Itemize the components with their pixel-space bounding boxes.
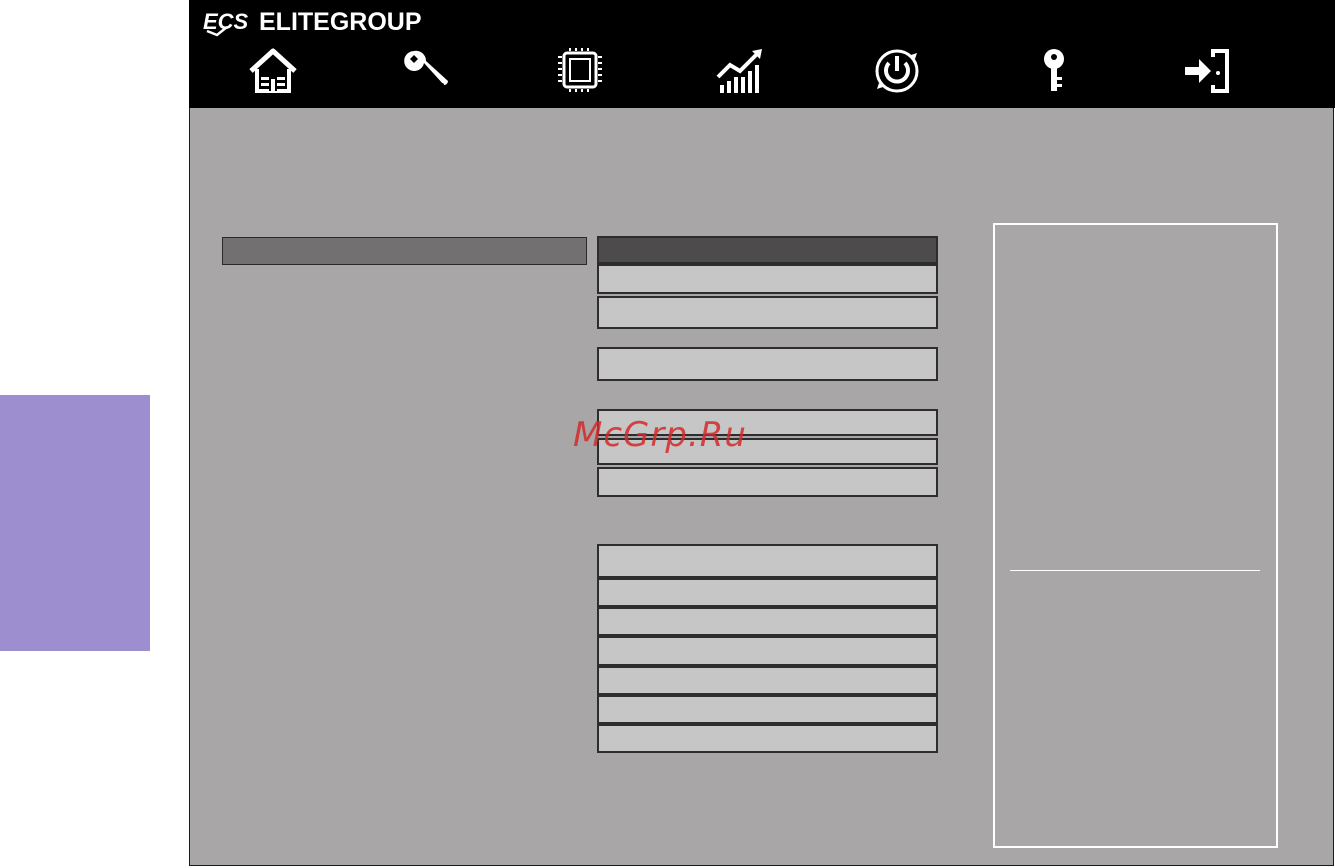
key-icon: [1044, 49, 1064, 91]
exit-icon: [1185, 49, 1229, 93]
option-field[interactable]: [597, 695, 938, 724]
bios-window: ECS ELITEGROUP: [189, 0, 1335, 868]
help-divider: [1010, 570, 1260, 571]
nav-chipset[interactable]: [553, 46, 607, 96]
svg-text:ECS: ECS: [203, 9, 249, 34]
option-field[interactable]: [597, 296, 938, 329]
nav-exit[interactable]: [1180, 46, 1234, 96]
option-field[interactable]: [597, 636, 938, 666]
power-icon: [875, 49, 919, 93]
nav-main[interactable]: [246, 46, 300, 96]
nav-advanced[interactable]: [399, 46, 453, 96]
nav-boot[interactable]: [870, 46, 924, 96]
home-icon: [249, 48, 297, 93]
option-field[interactable]: [597, 544, 938, 578]
option-field[interactable]: [597, 578, 938, 607]
brand: ECS ELITEGROUP: [203, 7, 422, 37]
option-field[interactable]: [597, 467, 938, 497]
brand-name: ELITEGROUP: [259, 7, 422, 36]
watermark: McGrp.Ru: [573, 415, 747, 455]
nav-security[interactable]: [1027, 46, 1081, 96]
option-field[interactable]: [597, 666, 938, 695]
option-field[interactable]: [597, 264, 938, 294]
side-tab: [0, 395, 150, 651]
nav-performance[interactable]: [713, 46, 767, 96]
divider: [598, 327, 874, 329]
chart-icon: [716, 49, 762, 93]
ecs-logo: ECS: [203, 9, 249, 37]
option-field[interactable]: [597, 724, 938, 753]
wrench-icon: [404, 50, 448, 87]
option-field-selected[interactable]: [597, 236, 938, 264]
option-field[interactable]: [597, 607, 938, 636]
menu-item-highlight[interactable]: [222, 237, 587, 265]
chip-icon: [558, 48, 602, 92]
top-navigation-bar: ECS ELITEGROUP: [189, 0, 1335, 108]
option-field[interactable]: [597, 347, 938, 381]
help-panel: [993, 223, 1278, 848]
main-content-area: [189, 108, 1334, 866]
